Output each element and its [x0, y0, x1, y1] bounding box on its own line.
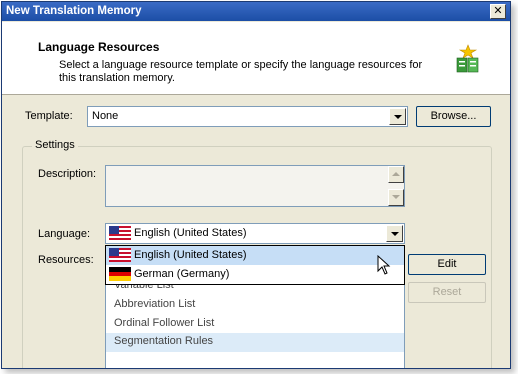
language-option-english[interactable]: English (United States): [106, 246, 404, 265]
scroll-up-button[interactable]: [388, 166, 404, 183]
scroll-down-button[interactable]: [388, 189, 404, 206]
chevron-down-icon[interactable]: [389, 108, 406, 125]
description-label: Description:: [38, 168, 97, 180]
title-bar: New Translation Memory ✕: [2, 2, 510, 21]
template-value: None: [92, 110, 119, 122]
de-flag-icon: [109, 267, 131, 281]
language-value: English (United States): [134, 227, 247, 239]
edit-button[interactable]: Edit: [408, 254, 486, 275]
page-title: Language Resources: [38, 40, 160, 54]
wizard-header: Language Resources Select a language res…: [2, 22, 510, 95]
window-title: New Translation Memory: [6, 5, 142, 17]
description-scrollbar[interactable]: [388, 166, 404, 206]
list-item-selected[interactable]: Segmentation Rules: [106, 333, 404, 352]
us-flag-icon: [109, 226, 131, 240]
chevron-down-icon[interactable]: [386, 225, 403, 242]
language-dropdown-list: English (United States) German (Germany): [105, 245, 405, 285]
language-resources-icon: [456, 44, 479, 73]
settings-group-label: Settings: [32, 139, 78, 151]
list-item[interactable]: Abbreviation List: [114, 298, 195, 310]
close-button[interactable]: ✕: [490, 4, 506, 19]
language-option-german[interactable]: German (Germany): [106, 265, 404, 284]
page-description: Select a language resource template or s…: [59, 59, 423, 84]
language-label: Language:: [38, 228, 90, 240]
mouse-cursor-icon: [377, 255, 391, 275]
us-flag-icon: [109, 248, 131, 262]
template-label: Template:: [25, 110, 73, 122]
list-item[interactable]: Ordinal Follower List: [114, 317, 214, 329]
template-combobox[interactable]: None: [87, 106, 408, 127]
option-label: English (United States): [134, 249, 247, 261]
reset-button[interactable]: Reset: [408, 282, 486, 303]
option-label: German (Germany): [134, 268, 230, 280]
language-combobox[interactable]: English (United States): [105, 223, 405, 244]
resources-label: Resources:: [38, 254, 94, 266]
dialog-window: New Translation Memory ✕ Language Resour…: [1, 1, 511, 369]
resources-listbox[interactable]: Variable List Abbreviation List Ordinal …: [105, 279, 405, 368]
browse-button[interactable]: Browse...: [416, 106, 491, 127]
description-textarea[interactable]: [105, 165, 405, 207]
